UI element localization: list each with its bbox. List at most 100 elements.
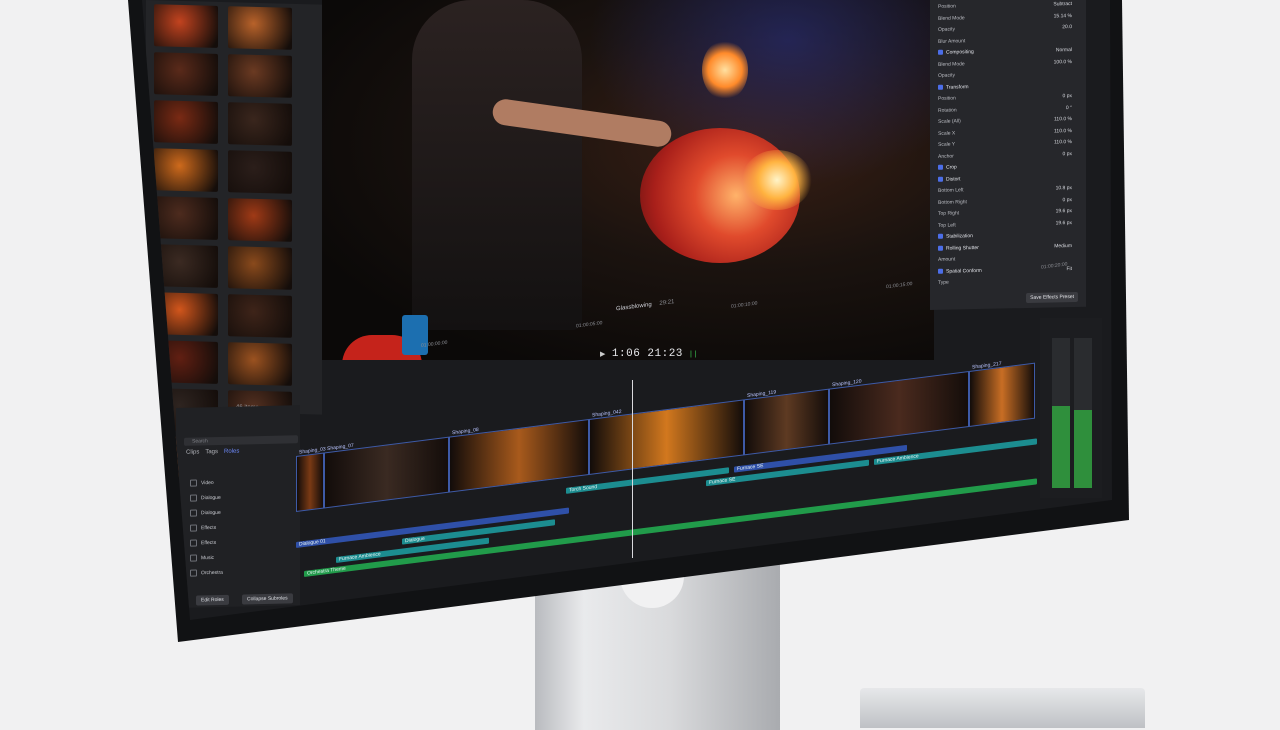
project-duration: 29:21 <box>659 299 675 307</box>
inspector-row-label: Bottom Left <box>938 187 964 194</box>
inspector-row-label: Compositing <box>938 49 974 56</box>
collapse-subroles-button[interactable]: Collapse Subroles <box>242 593 293 605</box>
edit-roles-button[interactable]: Edit Roles <box>196 594 229 606</box>
role-label: Music <box>201 554 215 562</box>
inspector-row[interactable]: Position Subtract <box>938 1 1078 13</box>
inspector-row[interactable]: Top Right 19.6 px <box>938 208 1078 220</box>
browser-thumbnail[interactable] <box>228 246 292 290</box>
inspector-row-value[interactable]: 0 px <box>1063 93 1072 99</box>
index-search-field[interactable]: Search <box>184 435 298 446</box>
inspector-row-label: Rotation <box>938 106 957 114</box>
role-label: Dialogue <box>201 494 221 502</box>
browser-thumbnail[interactable] <box>154 196 218 240</box>
index-tab[interactable]: Tags <box>205 449 218 455</box>
checkbox-icon[interactable] <box>938 176 943 182</box>
inspector-row[interactable]: Crop <box>938 162 1078 174</box>
checkbox-icon[interactable] <box>190 509 197 517</box>
inspector-row[interactable]: Bottom Left 10.8 px <box>938 185 1078 197</box>
inspector-row-value[interactable]: 110.0 % <box>1054 128 1072 134</box>
browser-thumbnail[interactable] <box>228 150 292 194</box>
inspector-row-value[interactable]: 0 ° <box>1066 105 1072 111</box>
browser-thumbnail[interactable] <box>228 102 292 146</box>
browser-thumbnail[interactable] <box>154 4 218 48</box>
browser-thumbnail[interactable] <box>228 54 292 98</box>
inspector-row[interactable]: Blend Mode 100.0 % <box>938 58 1078 70</box>
timeline-clip[interactable]: Shaping_217 <box>969 361 1035 427</box>
timeline-clip[interactable]: Shaping_120 <box>829 370 969 445</box>
timeline-clip[interactable]: Shaping_119 <box>744 388 829 456</box>
browser-thumbnail[interactable] <box>154 148 218 192</box>
inspector-row[interactable]: Opacity 20.0 <box>938 24 1078 36</box>
playhead[interactable] <box>632 380 633 558</box>
checkbox-icon[interactable] <box>190 554 197 562</box>
inspector-row[interactable]: Rolling Shutter Medium <box>938 242 1078 254</box>
timeline-clip[interactable]: Shaping_08 <box>449 418 589 493</box>
role-row[interactable]: Dialogue <box>190 507 292 519</box>
browser-thumbnail[interactable] <box>154 292 218 336</box>
checkbox-icon[interactable] <box>938 84 943 90</box>
inspector-row-label: Opacity <box>938 72 955 79</box>
browser-thumbnail[interactable] <box>154 100 218 144</box>
role-row[interactable]: Music <box>190 552 292 564</box>
inspector-row-label: Scale Y <box>938 141 956 148</box>
inspector-row[interactable]: Scale Y 110.0 % <box>938 139 1078 151</box>
inspector-row-value[interactable]: 19.6 px <box>1056 208 1072 214</box>
role-label: Orchestra <box>201 569 223 577</box>
browser-thumbnail[interactable] <box>228 294 292 338</box>
ruler-tick-label: 01:00:25:00 <box>1196 241 1223 252</box>
browser-thumbnail[interactable] <box>228 198 292 242</box>
checkbox-icon[interactable] <box>190 569 197 577</box>
role-row[interactable]: Video <box>190 477 292 489</box>
inspector-row[interactable]: Stabilization <box>938 231 1078 243</box>
inspector-row[interactable]: Scale (All) 110.0 % <box>938 116 1078 128</box>
inspector-row[interactable]: Compositing Normal <box>938 47 1078 59</box>
inspector-row[interactable]: Rotation 0 ° <box>938 104 1078 116</box>
inspector-row[interactable]: Position 0 px <box>938 93 1078 105</box>
checkbox-icon[interactable] <box>190 524 197 532</box>
inspector-row[interactable]: Blend Mode 15.14 % <box>938 12 1078 24</box>
clip-name: Shaping_08 <box>452 426 479 437</box>
inspector-row[interactable]: Distort <box>938 173 1078 185</box>
checkbox-icon[interactable] <box>938 233 943 240</box>
index-tab[interactable]: Clips <box>186 449 199 455</box>
inspector-row-value[interactable]: 10.8 px <box>1056 185 1072 191</box>
inspector-row-value[interactable]: 100.0 % <box>1054 59 1072 65</box>
checkbox-icon[interactable] <box>190 494 197 502</box>
inspector-row[interactable]: Transform <box>938 81 1078 93</box>
role-row[interactable]: Effects <box>190 522 292 534</box>
checkbox-icon[interactable] <box>190 539 197 547</box>
inspector-row-value[interactable]: 0 px <box>1063 151 1072 157</box>
inspector-row[interactable]: Bottom Right 0 px <box>938 196 1078 208</box>
checkbox-icon[interactable] <box>938 49 943 56</box>
timeline-clip[interactable]: Shaping_03 <box>296 446 326 512</box>
checkbox-icon[interactable] <box>190 479 197 487</box>
inspector-row[interactable]: Anchor 0 px <box>938 150 1078 162</box>
checkbox-icon[interactable] <box>938 164 943 171</box>
role-row[interactable]: Effects <box>190 537 292 549</box>
inspector-row-value[interactable]: 110.0 % <box>1054 139 1072 145</box>
inspector-row-value[interactable]: Subtract <box>1053 1 1072 7</box>
inspector-row-value[interactable]: 20.0 <box>1062 24 1072 30</box>
inspector-row-value[interactable]: 0 px <box>1063 197 1072 203</box>
inspector-row[interactable]: Blur Amount <box>938 35 1078 47</box>
inspector-row[interactable]: Scale X 110.0 % <box>938 127 1078 139</box>
inspector-row-value[interactable]: 110.0 % <box>1054 116 1072 122</box>
timeline-clip[interactable]: Shaping_07 <box>324 436 449 509</box>
checkbox-icon[interactable] <box>938 245 943 251</box>
inspector-row-value[interactable]: 19.6 px <box>1056 220 1072 226</box>
browser-thumbnail[interactable] <box>154 244 218 288</box>
role-row[interactable]: Orchestra <box>190 567 292 579</box>
inspector-row-value[interactable]: Medium <box>1054 243 1072 249</box>
inspector-row-value[interactable]: Normal <box>1056 47 1072 53</box>
browser-thumbnail[interactable] <box>228 6 292 50</box>
browser-thumbnail[interactable] <box>154 52 218 96</box>
meter-fill-left <box>1052 405 1070 488</box>
inspector-row-label: Bottom Right <box>938 198 967 206</box>
inspector-row[interactable]: Top Left 19.6 px <box>938 219 1078 231</box>
inspector-row[interactable]: Opacity <box>938 70 1078 82</box>
index-tab[interactable]: Roles <box>224 449 239 455</box>
timeline-clip[interactable]: Shaping_042 <box>589 399 744 475</box>
timeline-index: Search Clips Tags Roles Edit Roles Collaps… <box>176 405 300 608</box>
role-row[interactable]: Dialogue <box>190 492 292 504</box>
inspector-row-value[interactable]: 15.14 % <box>1054 13 1072 19</box>
